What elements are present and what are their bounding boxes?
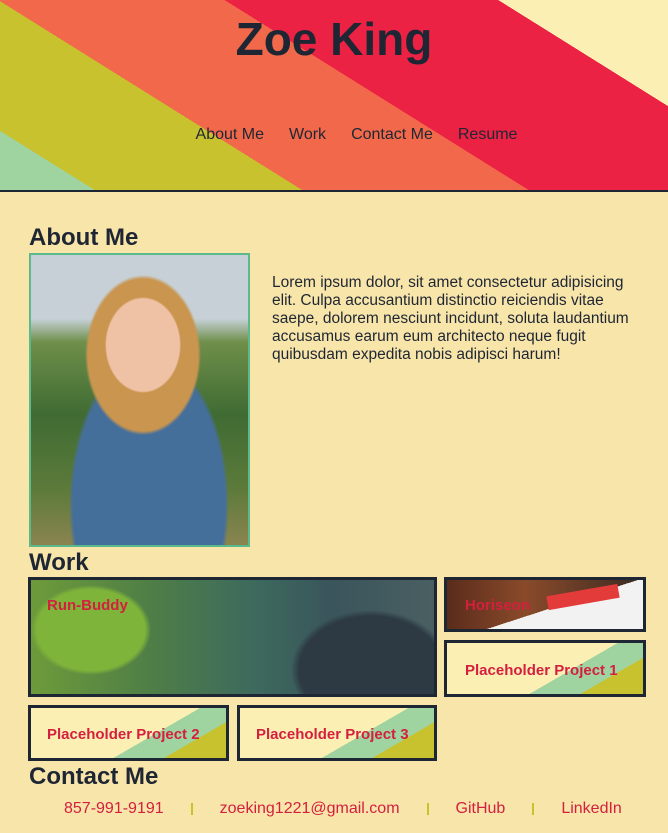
- contact-phone-link[interactable]: 857-991-9191: [64, 800, 164, 818]
- project-label-placeholder-2: Placeholder Project 2: [47, 726, 200, 743]
- project-card-placeholder-1[interactable]: Placeholder Project 1: [444, 640, 646, 697]
- site-title: Zoe King: [235, 13, 433, 65]
- separator: [532, 803, 535, 815]
- project-label-run-buddy: Run-Buddy: [47, 597, 128, 614]
- main-nav: About Me Work Contact Me Resume: [0, 126, 668, 144]
- project-card-placeholder-3[interactable]: Placeholder Project 3: [237, 705, 437, 761]
- project-card-horiseon[interactable]: Horiseon: [444, 577, 646, 632]
- contact-linkedin-link[interactable]: LinkedIn: [561, 800, 622, 818]
- nav-link-contact-me[interactable]: Contact Me: [351, 126, 433, 144]
- contact-github-link[interactable]: GitHub: [456, 800, 506, 818]
- portrait-photo: [29, 253, 250, 547]
- project-card-placeholder-2[interactable]: Placeholder Project 2: [28, 705, 229, 761]
- separator: [190, 803, 193, 815]
- about-me-heading: About Me: [29, 224, 139, 251]
- contact-email-link[interactable]: zoeking1221@gmail.com: [220, 800, 400, 818]
- contact-links: 857-991-9191 zoeking1221@gmail.com GitHu…: [64, 800, 622, 818]
- work-heading: Work: [29, 549, 89, 576]
- project-label-placeholder-3: Placeholder Project 3: [256, 726, 409, 743]
- project-label-placeholder-1: Placeholder Project 1: [465, 662, 618, 679]
- about-me-text: Lorem ipsum dolor, sit amet consectetur …: [272, 274, 629, 363]
- nav-link-work[interactable]: Work: [289, 126, 326, 144]
- reputation-badge-image: [546, 583, 620, 611]
- nav-link-resume[interactable]: Resume: [458, 126, 518, 144]
- contact-me-heading: Contact Me: [29, 763, 159, 790]
- project-label-horiseon: Horiseon: [465, 597, 531, 614]
- separator: [426, 803, 429, 815]
- project-card-run-buddy[interactable]: Run-Buddy: [28, 577, 437, 697]
- site-header: Zoe King About Me Work Contact Me Resume: [0, 0, 668, 192]
- nav-link-about-me[interactable]: About Me: [196, 126, 264, 144]
